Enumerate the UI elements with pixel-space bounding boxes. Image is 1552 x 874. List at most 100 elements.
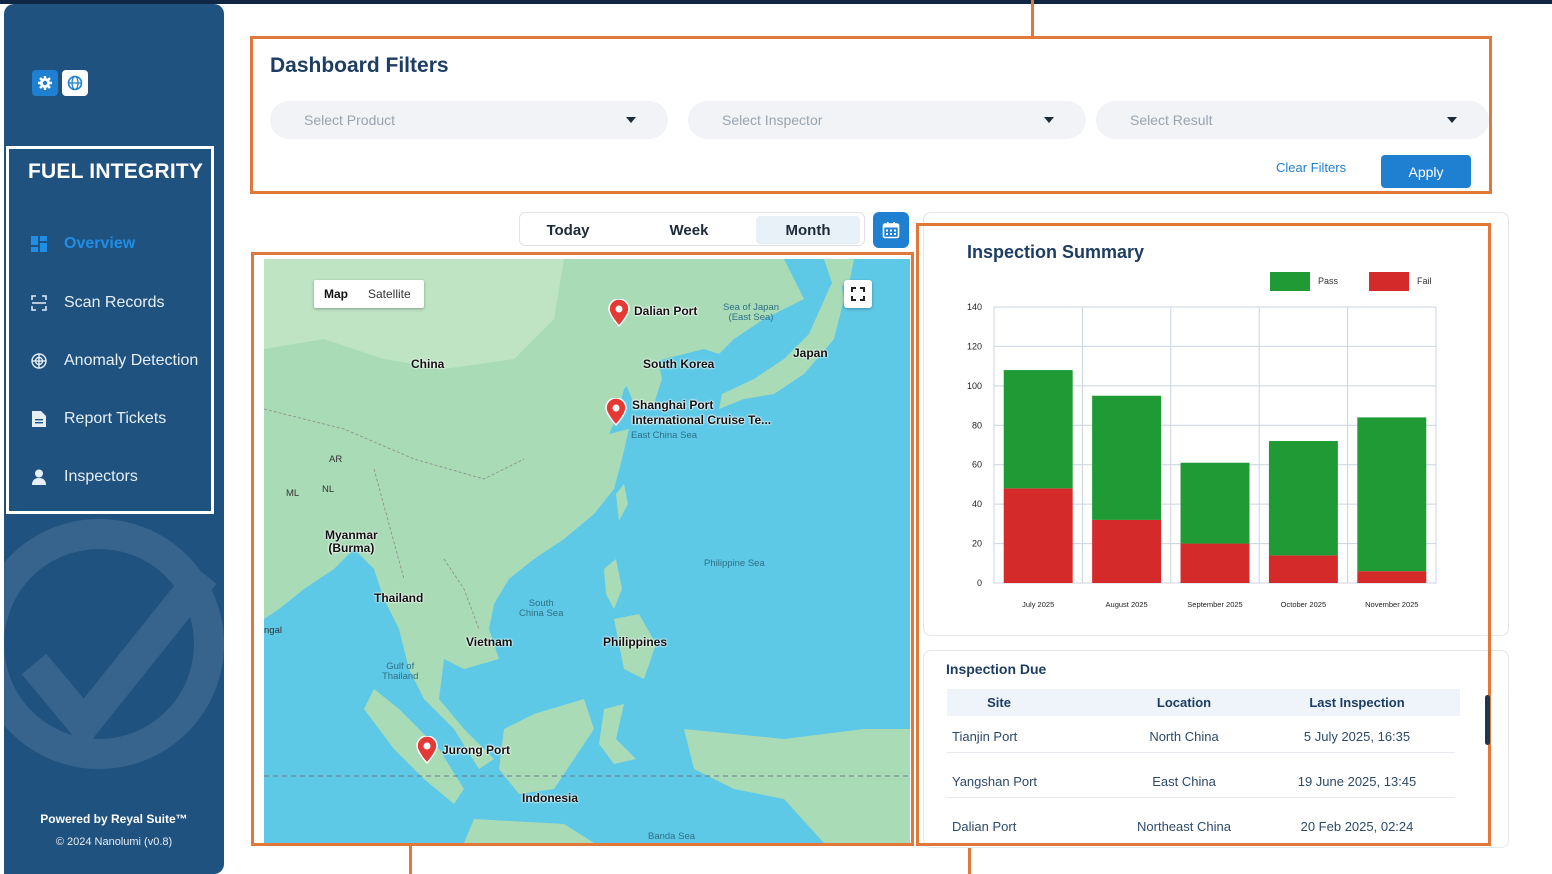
annotation-line — [409, 843, 412, 874]
period-today-button[interactable]: Today — [524, 216, 612, 244]
map-label-south-korea: South Korea — [643, 357, 715, 371]
nav-label: Overview — [64, 235, 136, 252]
pin-label-shanghai: Shanghai Port International Cruise Te... — [632, 398, 772, 427]
watermark-logo — [4, 519, 224, 769]
period-week-button[interactable]: Week — [644, 216, 734, 244]
map-label-ngal: ngal — [264, 625, 282, 636]
bar-pass — [1180, 462, 1250, 544]
bar-fail — [1268, 555, 1338, 583]
chevron-down-icon — [1044, 117, 1054, 123]
legend-label-fail: Fail — [1417, 276, 1432, 286]
x-tick-label: September 2025 — [1187, 600, 1242, 609]
satellite-view-button[interactable]: Satellite — [358, 287, 421, 301]
app-screen: FUEL INTEGRITY Overview Scan Records Ano… — [0, 0, 1552, 874]
inspector-select[interactable]: Select Inspector — [688, 101, 1086, 139]
annotation-line — [1031, 0, 1034, 38]
language-button[interactable] — [62, 70, 88, 96]
inspection-summary-chart: 0 20 40 60 80 100 120 140 July 2025 August 2025 Se… — [967, 272, 1437, 609]
bar-pass — [1092, 395, 1162, 520]
document-icon — [30, 410, 48, 428]
nav-label: Report Tickets — [64, 410, 167, 427]
inspection-due-title: Inspection Due — [946, 661, 1047, 677]
calendar-button[interactable] — [873, 212, 909, 248]
user-icon — [30, 468, 48, 486]
x-tick-label: August 2025 — [1106, 600, 1148, 609]
x-tick-label: October 2025 — [1281, 600, 1326, 609]
nav-item-report-tickets[interactable]: Report Tickets — [30, 404, 166, 434]
settings-button[interactable] — [32, 70, 58, 96]
y-tick-label: 60 — [972, 460, 982, 470]
result-select[interactable]: Select Result — [1096, 101, 1489, 139]
column-header-last-inspection: Last Inspection — [1309, 695, 1405, 710]
table-scrollbar[interactable] — [1485, 695, 1490, 745]
nav-item-inspectors[interactable]: Inspectors — [30, 462, 138, 492]
x-tick-label: July 2025 — [1022, 600, 1054, 609]
nav-label: Scan Records — [64, 294, 165, 311]
period-toggle: Today Week Month — [519, 212, 865, 246]
column-header-location: Location — [1156, 695, 1212, 710]
fullscreen-button[interactable] — [844, 280, 872, 308]
nav-item-anomaly-detection[interactable]: Anomaly Detection — [30, 346, 198, 376]
period-month-button[interactable]: Month — [756, 216, 860, 244]
nav-highlight-box — [6, 146, 214, 514]
row-divider — [947, 797, 1455, 798]
map-label-philippine-sea: Philippine Sea — [704, 558, 765, 569]
nav-item-scan-records[interactable]: Scan Records — [30, 288, 165, 318]
map-label-south-china-sea: South China Sea — [519, 598, 564, 619]
annotation-line — [0, 326, 4, 329]
map-pin-shanghai[interactable] — [605, 398, 627, 426]
map-label-sea-of-japan: Sea of Japan (East Sea) — [723, 302, 779, 323]
map-pin-dalian[interactable] — [608, 299, 630, 327]
y-tick-label: 120 — [967, 341, 982, 351]
clear-filters-button[interactable]: Clear Filters — [1276, 160, 1346, 175]
table-cell-last-inspection: 20 Feb 2025, 02:24 — [1300, 819, 1414, 834]
map-view-button[interactable]: Map — [314, 287, 358, 301]
table-cell-site: Tianjin Port — [952, 729, 1018, 744]
map-label-philippines: Philippines — [603, 635, 668, 649]
product-select-placeholder: Select Product — [304, 112, 396, 128]
bar-pass — [1003, 370, 1073, 489]
nav-item-overview[interactable]: Overview — [30, 229, 135, 259]
map-label-banda-sea: Banda Sea — [648, 831, 696, 842]
globe-icon — [67, 75, 83, 91]
pin-label-dalian: Dalian Port — [634, 304, 698, 318]
apply-button[interactable]: Apply — [1381, 155, 1471, 188]
bar-fail — [1357, 571, 1427, 583]
powered-by: Powered by Reyal Suite™ — [40, 812, 188, 826]
table-cell-location: East China — [1152, 774, 1216, 789]
table-cell-site: Yangshan Port — [952, 774, 1038, 789]
bar-pass — [1357, 417, 1427, 572]
bar-pass — [1268, 441, 1338, 556]
product-select[interactable]: Select Product — [270, 101, 668, 139]
y-tick-label: 80 — [972, 420, 982, 430]
inspector-select-placeholder: Select Inspector — [722, 112, 823, 128]
map-label-nl: NL — [322, 484, 335, 495]
chevron-down-icon — [1447, 117, 1457, 123]
gear-icon — [38, 76, 52, 90]
map-label-ml: ML — [286, 488, 300, 499]
y-tick-label: 40 — [972, 499, 982, 509]
map-label-gulf-of-thailand: Gulf of Thailand — [382, 661, 419, 682]
map-label-myanmar: Myanmar (Burma) — [325, 528, 378, 555]
map-label-japan: Japan — [793, 346, 828, 360]
dashboard-icon — [30, 235, 48, 253]
map-label-vietnam: Vietnam — [466, 635, 513, 649]
summary-title: Inspection Summary — [967, 242, 1145, 262]
table-cell-last-inspection: 19 June 2025, 13:45 — [1297, 774, 1417, 789]
bar-fail — [1092, 519, 1162, 583]
table-cell-location: Northeast China — [1137, 819, 1231, 834]
top-bar — [0, 0, 1552, 4]
map-label-east-china-sea: East China Sea — [631, 430, 698, 441]
map-pin-jurong[interactable] — [416, 736, 438, 764]
map-type-toggle: Map Satellite — [314, 280, 424, 308]
y-tick-label: 20 — [972, 539, 982, 549]
result-select-placeholder: Select Result — [1130, 112, 1213, 128]
copyright: © 2024 Nanolumi (v0.8) — [55, 836, 173, 848]
y-tick-label: 100 — [967, 381, 982, 391]
map-label-thailand: Thailand — [374, 591, 424, 605]
scan-icon — [30, 294, 48, 312]
map-label-ar: AR — [329, 454, 343, 465]
nav-label: Inspectors — [64, 468, 138, 485]
bar-fail — [1180, 543, 1250, 583]
port-map[interactable]: Map Satellite China South Korea Japan My… — [264, 259, 910, 843]
